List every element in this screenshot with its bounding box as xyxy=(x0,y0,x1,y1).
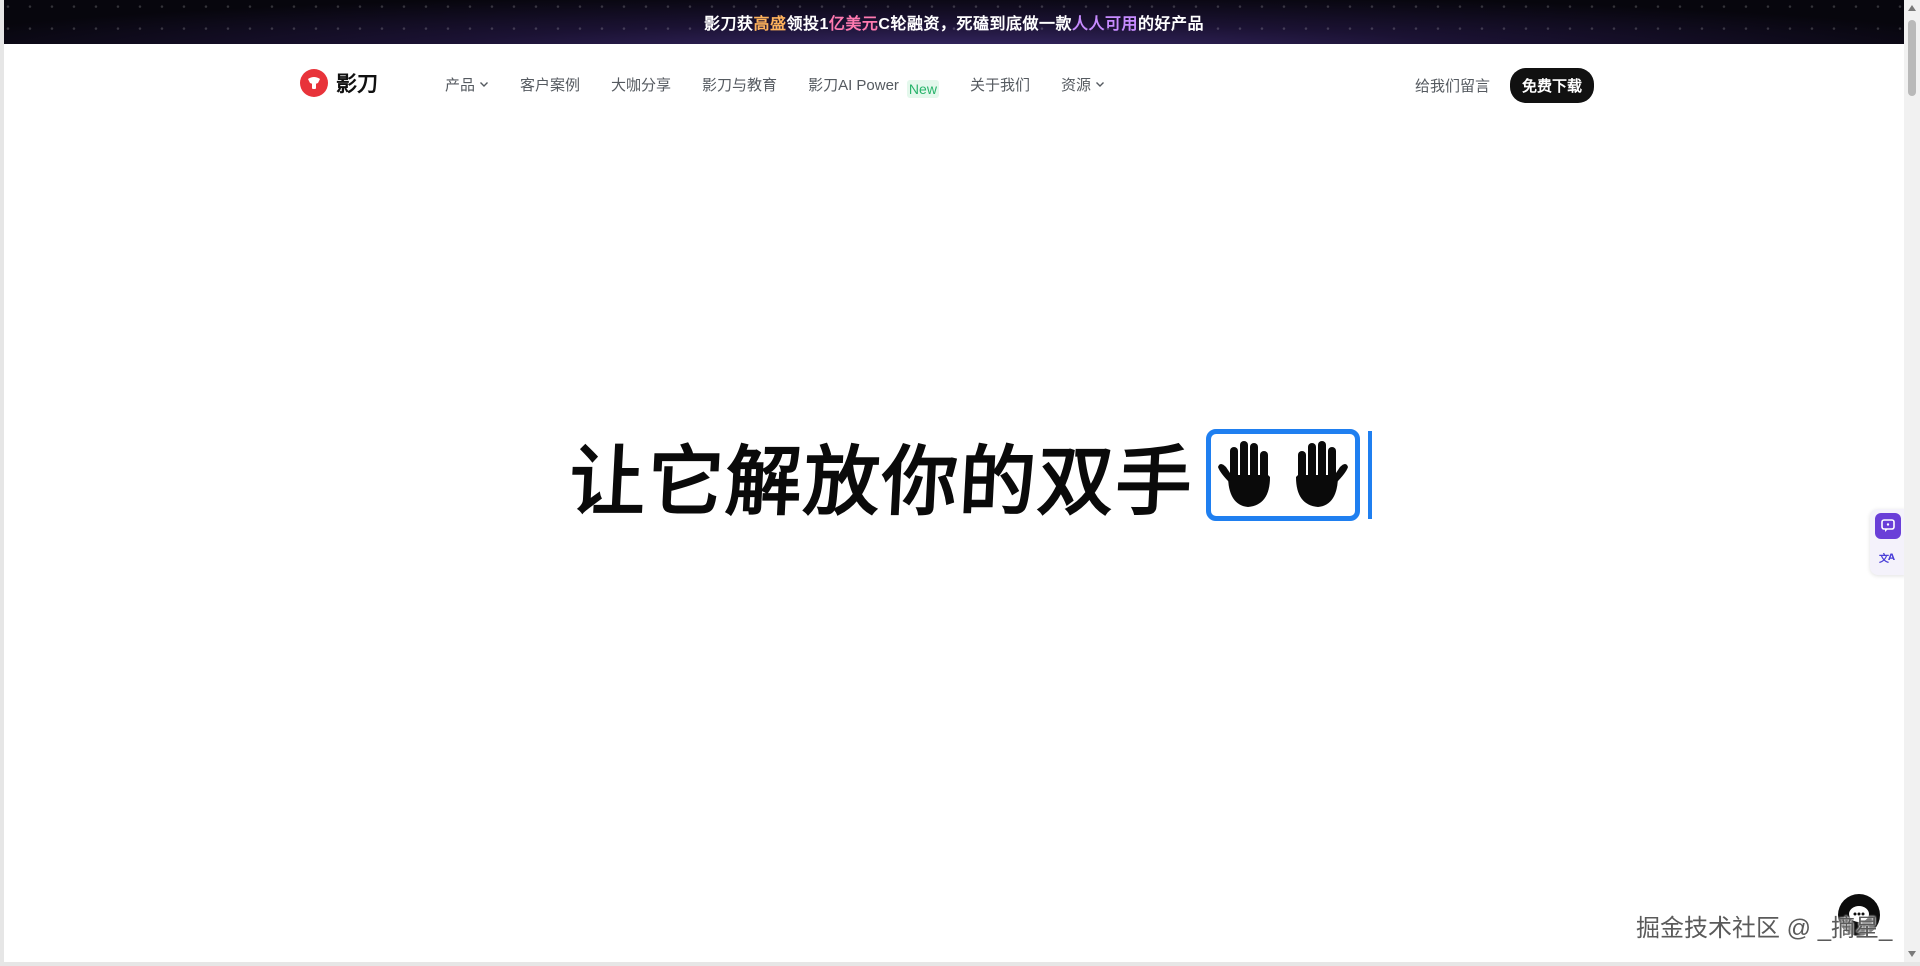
browser-page: 影刀获 高盛 领投1 亿美元 C轮融资，死磕到底做一款 人人可用 的好产品 影刀… xyxy=(0,0,1920,966)
menu-item-ai-power[interactable]: 影刀AI Power New xyxy=(808,70,939,98)
scroll-down-arrow-icon[interactable] xyxy=(1907,949,1917,959)
menu-item-customer-cases[interactable]: 客户案例 xyxy=(520,74,580,95)
logo-text: 影刀 xyxy=(336,73,378,96)
scrollbar-thumb[interactable] xyxy=(1908,20,1916,96)
left-hand-icon xyxy=(1218,441,1270,507)
hero-section: 让它解放你的双手 xyxy=(567,420,1372,530)
banner-text-2: 领投1 xyxy=(786,16,829,33)
banner-highlight-everyone: 人人可用 xyxy=(1071,16,1138,33)
menu-item-label: 大咖分享 xyxy=(611,76,672,94)
menu-item-label: 关于我们 xyxy=(969,76,1030,94)
svg-text:A: A xyxy=(1888,553,1895,563)
new-badge: New xyxy=(906,80,939,98)
menu-item-label: 产品 xyxy=(445,76,476,94)
banner-text-3: C轮融资，死磕到底做一款 xyxy=(878,16,1072,33)
banner-highlight-amount: 亿美元 xyxy=(828,16,879,33)
scroll-up-arrow-icon[interactable] xyxy=(1907,3,1917,13)
menu-item-label: 客户案例 xyxy=(520,76,581,94)
banner-text-1: 影刀获 xyxy=(703,16,754,33)
top-navigation: 影刀 产品 客户案例 大咖分享 影刀与教育 影刀AI Power New 关于我… xyxy=(4,44,1904,124)
chat-assistant-button[interactable] xyxy=(1875,513,1901,539)
hero-title: 让它解放你的双手 xyxy=(567,437,1196,526)
menu-item-products[interactable]: 产品 xyxy=(445,74,489,95)
floating-toolbar: 文 A xyxy=(1870,509,1906,575)
right-hand-icon xyxy=(1296,441,1348,507)
menu-item-label: 资源 xyxy=(1060,76,1091,94)
chevron-down-icon xyxy=(480,82,489,87)
translate-icon: 文 A xyxy=(1879,552,1895,565)
banner-text-4: 的好产品 xyxy=(1138,16,1205,33)
free-download-button[interactable]: 免费下载 xyxy=(1509,68,1594,103)
site-logo[interactable]: 影刀 xyxy=(300,68,378,98)
menu-item-about-us[interactable]: 关于我们 xyxy=(970,74,1030,95)
menu-item-resources[interactable]: 资源 xyxy=(1061,74,1105,95)
raised-hands-icon xyxy=(1206,429,1360,521)
menu-item-expert-sharing[interactable]: 大咖分享 xyxy=(611,74,671,95)
translate-button[interactable]: 文 A xyxy=(1875,545,1901,571)
announcement-banner[interactable]: 影刀获 高盛 领投1 亿美元 C轮融资，死磕到底做一款 人人可用 的好产品 xyxy=(4,0,1904,44)
menu-item-education[interactable]: 影刀与教育 xyxy=(702,74,777,95)
shadowbot-logo-icon xyxy=(300,69,328,97)
menu-item-label: 影刀AI Power xyxy=(808,76,899,94)
chat-bubble-icon xyxy=(1881,519,1895,532)
chevron-down-icon xyxy=(1095,82,1104,87)
main-menu: 产品 客户案例 大咖分享 影刀与教育 影刀AI Power New 关于我们 资… xyxy=(445,44,1136,124)
menu-item-label: 影刀与教育 xyxy=(702,76,778,94)
vertical-scrollbar[interactable] xyxy=(1904,0,1920,962)
leave-message-link[interactable]: 给我们留言 xyxy=(1415,75,1490,96)
typing-caret xyxy=(1368,431,1372,519)
banner-highlight-goldman: 高盛 xyxy=(753,16,787,33)
juejin-watermark: 掘金技术社区 @ _摘星_ xyxy=(1636,915,1893,942)
nav-actions: 给我们留言 免费下载 xyxy=(1415,68,1594,103)
